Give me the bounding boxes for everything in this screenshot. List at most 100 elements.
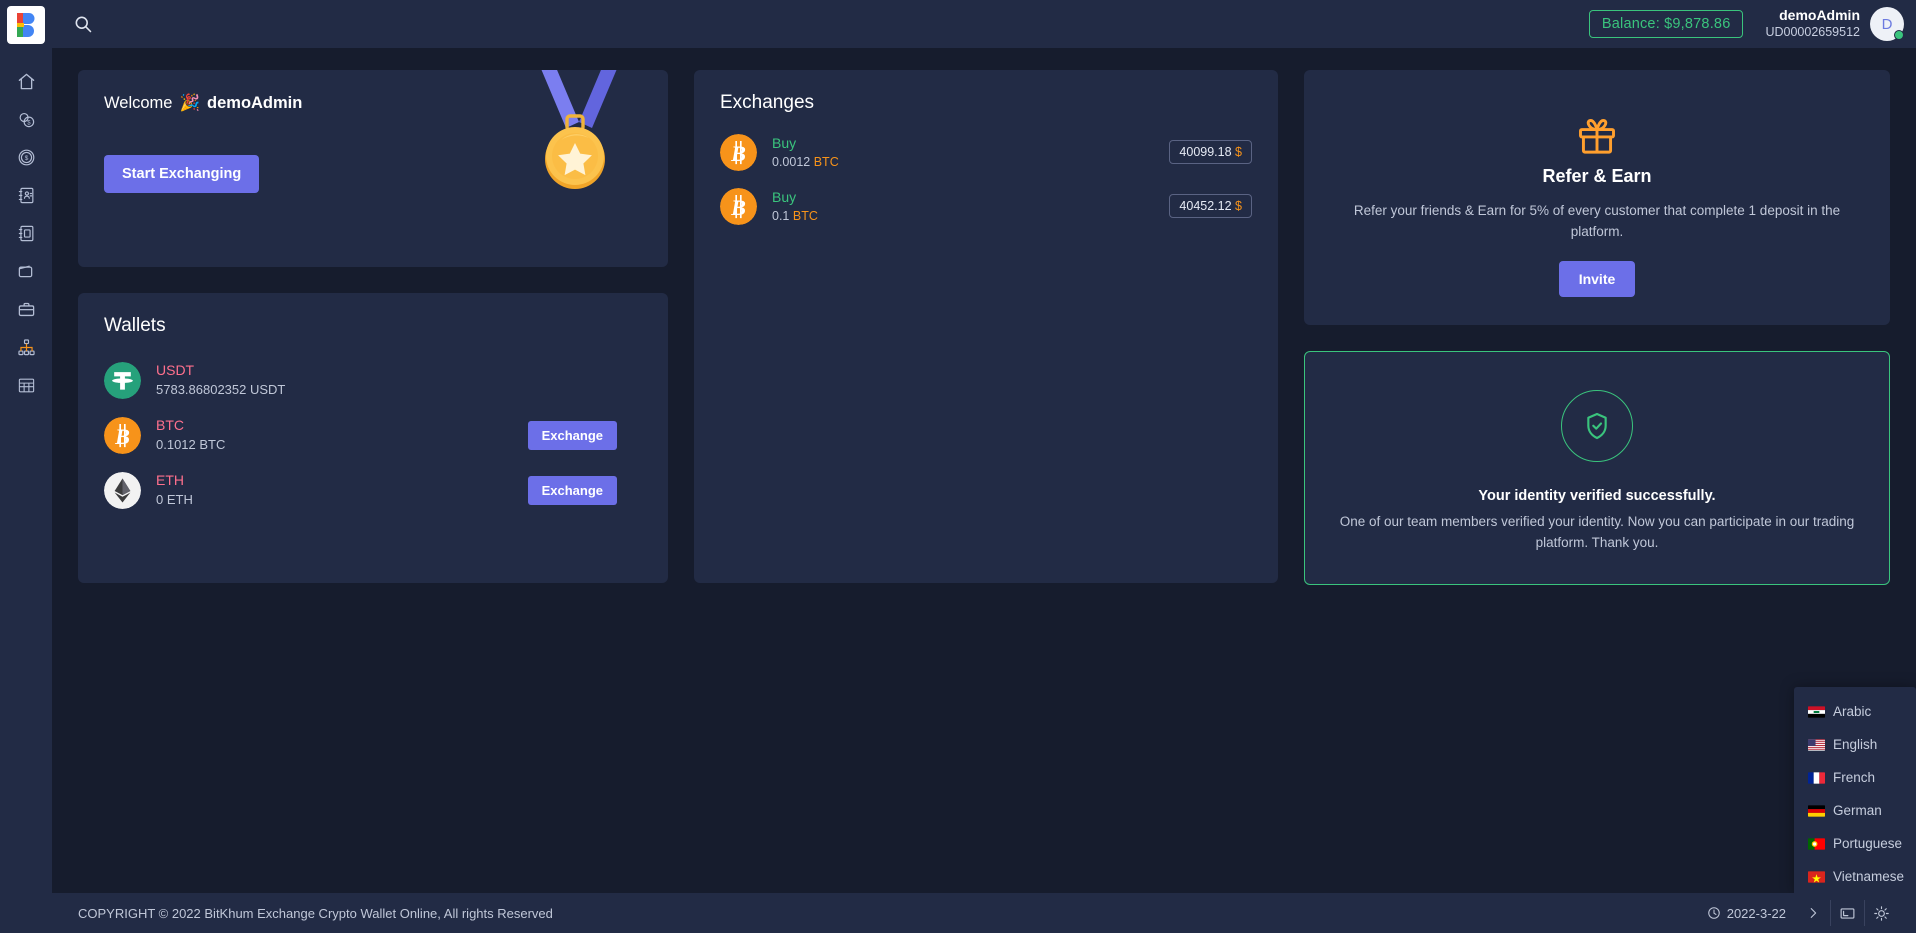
- language-option-english[interactable]: English: [1794, 728, 1916, 761]
- briefcase-icon: [18, 302, 34, 316]
- language-selector-toggle[interactable]: [1796, 906, 1830, 920]
- language-label: German: [1833, 803, 1882, 818]
- invite-button[interactable]: Invite: [1558, 260, 1636, 297]
- exchange-price-chip: 40099.18 $: [1169, 140, 1252, 164]
- balance-chip[interactable]: Balance: $9,878.86: [1588, 10, 1744, 38]
- exchange-side: Buy: [772, 134, 797, 151]
- refer-title: Refer & Earn: [1542, 166, 1652, 186]
- language-label: Vietnamese: [1833, 869, 1905, 884]
- welcome-card: Welcome 🎉 demoAdmin Start Exchanging: [78, 70, 668, 267]
- sidebar: $ $: [0, 0, 52, 933]
- user-id: UD00002659512: [1765, 24, 1860, 39]
- fullscreen-icon: [1840, 907, 1855, 919]
- user-menu[interactable]: demoAdmin UD00002659512 D: [1765, 7, 1904, 41]
- online-status-dot: [1894, 30, 1904, 40]
- logo-b-icon: [17, 13, 35, 37]
- exchange-side: Buy: [772, 188, 797, 205]
- language-label: French: [1833, 770, 1876, 785]
- footer: COPYRIGHT © 2022 BitKhum Exchange Crypto…: [52, 893, 1916, 933]
- fullscreen-button[interactable]: [1830, 900, 1864, 926]
- sidebar-item-reports[interactable]: [0, 366, 52, 404]
- sidebar-item-portfolio[interactable]: [0, 290, 52, 328]
- clock-icon: [1707, 907, 1720, 919]
- table-icon: [18, 378, 34, 392]
- contact-card-icon: [18, 187, 33, 203]
- btc-icon: B: [104, 416, 141, 454]
- chevron-right-icon: [1810, 908, 1817, 918]
- verified-title: Your identity verified successfully.: [1478, 487, 1716, 504]
- flag-germany-icon: [1808, 804, 1825, 817]
- welcome-prefix: Welcome: [104, 94, 173, 112]
- wallet-symbol: BTC: [156, 417, 184, 434]
- sidebar-item-referrals[interactable]: [0, 328, 52, 366]
- exchange-row[interactable]: B Buy 0.1 BTC 40452.12 $: [720, 184, 1252, 228]
- search-button[interactable]: [66, 7, 100, 41]
- search-icon: [75, 16, 92, 33]
- wallet-icon: [18, 265, 32, 277]
- footer-controls: 2022-3-22: [1707, 900, 1898, 926]
- wallets-title: Wallets: [104, 315, 166, 336]
- svg-text:$: $: [24, 155, 28, 162]
- welcome-username: demoAdmin: [207, 94, 303, 112]
- column-middle: Exchanges B Buy 0.0012 BTC 40099.18 $ B …: [694, 70, 1278, 583]
- exchange-price-value: 40099.18: [1179, 145, 1232, 159]
- sidebar-item-coins[interactable]: $: [0, 100, 52, 138]
- flag-iraq-icon: [1808, 705, 1825, 718]
- party-popper-icon: 🎉: [179, 94, 201, 112]
- svg-text:B: B: [730, 194, 746, 219]
- wallet-row: USDT 5783.86802352 USDT: [104, 357, 642, 403]
- wallet-amount: 5783.86802352 USDT: [156, 381, 286, 397]
- user-text: demoAdmin UD00002659512: [1765, 7, 1860, 40]
- app-root: $ $ Balance: $9,878.86 demoAdmin UD00002…: [0, 0, 1916, 933]
- theme-brightness-button[interactable]: [1864, 900, 1898, 926]
- wallet-symbol: ETH: [156, 472, 184, 489]
- wallet-exchange-button[interactable]: Exchange: [527, 420, 617, 450]
- exchange-meta: Buy 0.1 BTC: [772, 187, 1169, 225]
- language-dropdown-menu[interactable]: Arabic English French German Portuguese …: [1794, 687, 1916, 893]
- wallets-list: USDT 5783.86802352 USDT B BTC 0.1012 BTC…: [104, 357, 642, 513]
- sidebar-item-wallets[interactable]: [0, 252, 52, 290]
- footer-date-text: 2022-3-22: [1726, 905, 1786, 921]
- language-option-portuguese[interactable]: Portuguese: [1794, 827, 1916, 860]
- app-logo[interactable]: [7, 6, 45, 44]
- wallet-amount: 0.1012 BTC: [156, 436, 226, 452]
- svg-text:B: B: [114, 423, 130, 448]
- address-book-icon: [18, 225, 33, 241]
- column-right: Refer & Earn Refer your friends & Earn f…: [1304, 70, 1890, 585]
- language-option-french[interactable]: French: [1794, 761, 1916, 794]
- language-option-german[interactable]: German: [1794, 794, 1916, 827]
- start-exchanging-button[interactable]: Start Exchanging: [104, 155, 260, 193]
- footer-date: 2022-3-22: [1707, 906, 1796, 921]
- flag-vietnam-icon: [1808, 870, 1825, 883]
- column-left: Welcome 🎉 demoAdmin Start Exchanging Wal…: [78, 70, 668, 583]
- copyright-text: COPYRIGHT © 2022 BitKhum Exchange Crypto…: [78, 905, 553, 921]
- wallet-row: ETH 0 ETH Exchange: [104, 467, 642, 513]
- exchange-price-value: 40452.12: [1179, 199, 1232, 213]
- exchange-price-currency: $: [1235, 145, 1242, 159]
- flag-usa-icon: [1808, 738, 1825, 751]
- exchange-price-currency: $: [1235, 199, 1242, 213]
- main-column: Balance: $9,878.86 demoAdmin UD000026595…: [52, 0, 1916, 933]
- exchange-amount: 0.1 BTC: [772, 207, 1169, 225]
- page-content: Welcome 🎉 demoAdmin Start Exchanging Wal…: [52, 48, 1916, 893]
- flag-portugal-icon: [1808, 837, 1825, 850]
- sitemap-icon: [17, 338, 35, 355]
- exchange-amount-unit: BTC: [813, 155, 839, 170]
- gift-icon-wrap: [1334, 114, 1860, 158]
- sidebar-item-deposits[interactable]: $: [0, 138, 52, 176]
- avatar-wrap[interactable]: D: [1870, 7, 1904, 41]
- sidebar-item-dashboard[interactable]: [0, 62, 52, 100]
- sidebar-nav: $ $: [0, 62, 52, 404]
- exchange-row[interactable]: B Buy 0.0012 BTC 40099.18 $: [720, 130, 1252, 174]
- wallet-meta: ETH 0 ETH: [156, 470, 528, 509]
- verified-description: One of our team members verified your id…: [1339, 513, 1855, 550]
- wallet-exchange-button[interactable]: Exchange: [527, 475, 617, 505]
- brightness-icon: [1874, 905, 1889, 921]
- sidebar-item-accounts[interactable]: [0, 214, 52, 252]
- exchange-amount-unit: BTC: [792, 209, 818, 224]
- language-option-vietnamese[interactable]: Vietnamese: [1794, 860, 1916, 893]
- wallet-row: B BTC 0.1012 BTC Exchange: [104, 412, 642, 458]
- exchanges-list: B Buy 0.0012 BTC 40099.18 $ B Buy 0.1 BT…: [720, 130, 1252, 228]
- language-option-arabic[interactable]: Arabic: [1794, 695, 1916, 728]
- sidebar-item-kyc[interactable]: [0, 176, 52, 214]
